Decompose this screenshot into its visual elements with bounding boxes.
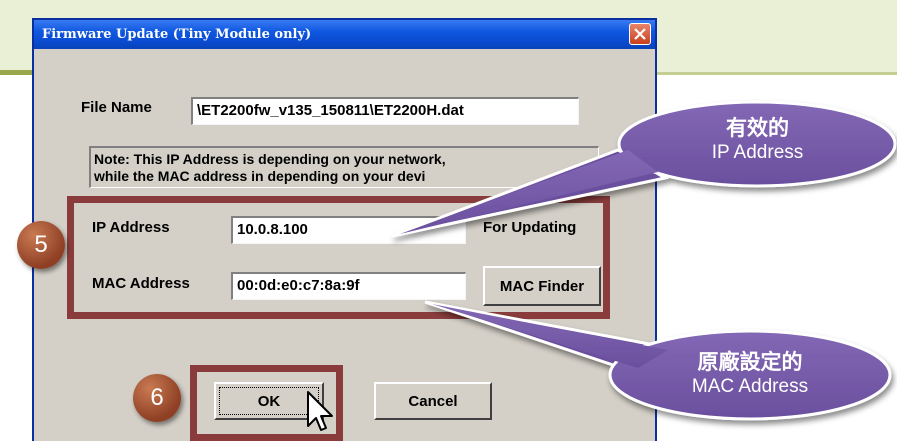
callout-ip-text: 有效的 IP Address — [660, 117, 855, 165]
callout-mac-text: 原廠設定的 MAC Address — [650, 351, 850, 399]
callout-ip-line1: 有效的 — [726, 117, 789, 140]
callout-ip-line2: IP Address — [711, 142, 804, 163]
callout-mac-line2: MAC Address — [691, 376, 809, 397]
callout-mac-line1: 原廠設定的 — [697, 351, 803, 374]
